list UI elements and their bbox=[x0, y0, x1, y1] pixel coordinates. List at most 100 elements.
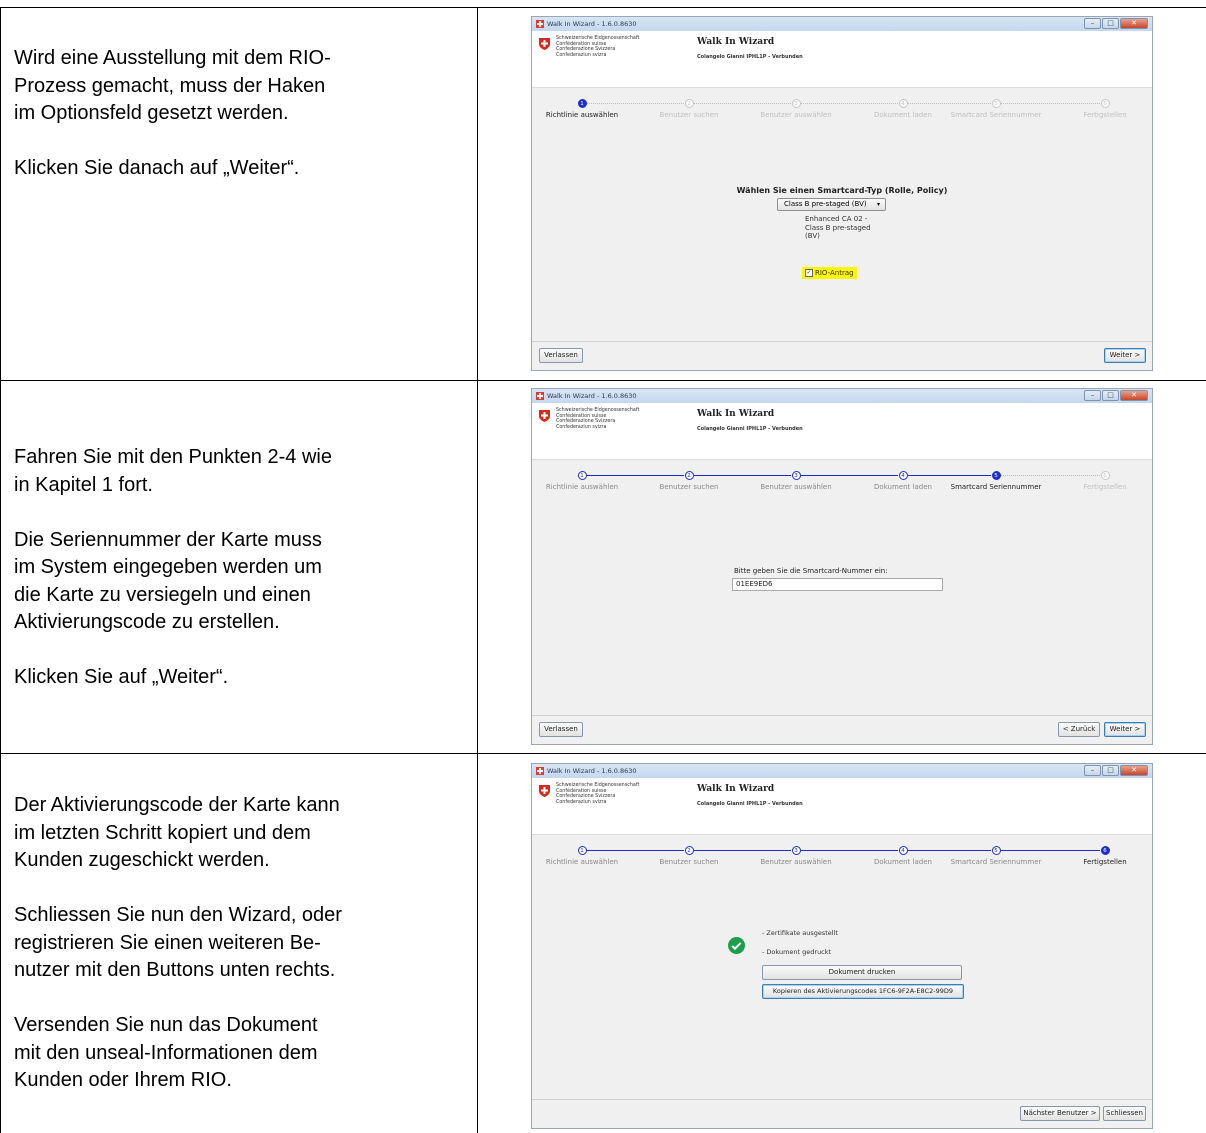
step-label: Richtlinie auswählen bbox=[545, 858, 619, 866]
step-label: Fertigstellen bbox=[1083, 483, 1127, 491]
row3-paragraph-3: Versenden Sie nun das Dokument mit den u… bbox=[14, 1014, 318, 1091]
next-user-button[interactable]: Nächster Benutzer > bbox=[1020, 1106, 1100, 1121]
swiss-coat-of-arms-icon bbox=[539, 785, 550, 797]
wizard-header: Schweizerische Eidgenossenschaft Confédé… bbox=[532, 403, 1152, 460]
window-titlebar: Walk In Wizard - 1.6.0.8630 – □ ✕ bbox=[532, 389, 1152, 403]
step-label: Benutzer suchen bbox=[659, 483, 719, 491]
step-marker: 1 bbox=[577, 99, 587, 108]
close-icon[interactable]: ✕ bbox=[1120, 18, 1148, 29]
success-check-icon bbox=[728, 937, 745, 954]
step-2: 2 Benutzer suchen bbox=[639, 99, 739, 119]
step-4: 4 Dokument laden bbox=[853, 471, 953, 491]
agency-names: Schweizerische Eidgenossenschaft Confédé… bbox=[556, 783, 640, 805]
table-col-divider bbox=[477, 7, 478, 1133]
maximize-icon[interactable]: □ bbox=[1102, 390, 1119, 401]
step-1: 1 Richtlinie auswählen bbox=[532, 846, 632, 866]
step-label: Richtlinie auswählen bbox=[545, 483, 619, 491]
serial-number-input[interactable]: 01EE9ED6 bbox=[732, 578, 943, 591]
minimize-icon[interactable]: – bbox=[1084, 390, 1101, 401]
app-icon bbox=[536, 20, 544, 28]
row2-instructions: Fahren Sie mit den Punkten 2-4 wie in Ka… bbox=[14, 444, 474, 719]
leave-button[interactable]: Verlassen bbox=[539, 722, 583, 737]
step-progress: 1 Richtlinie auswählen 2 Benutzer suchen 3… bbox=[532, 471, 1152, 501]
step-5: 5 Smartcard Seriennummer bbox=[946, 846, 1046, 866]
rio-antrag-checkbox-row[interactable]: ✓ RIO-Antrag bbox=[802, 267, 857, 279]
app-icon bbox=[536, 767, 544, 775]
step-label: Benutzer auswählen bbox=[760, 483, 832, 491]
step-marker: 6 bbox=[1100, 471, 1110, 480]
step-progress: 1 Richtlinie auswählen 2 Benutzer suchen 3… bbox=[532, 846, 1152, 876]
step-marker: 4 bbox=[898, 99, 908, 108]
next-button[interactable]: Weiter > bbox=[1104, 722, 1146, 737]
step-4: 4 Dokument laden bbox=[853, 99, 953, 119]
step-label: Benutzer suchen bbox=[659, 858, 719, 866]
maximize-icon[interactable]: □ bbox=[1102, 18, 1119, 29]
row3-paragraph-2: Schliessen Sie nun den Wizard, oder regi… bbox=[14, 904, 342, 981]
swiss-coat-of-arms-icon bbox=[539, 38, 550, 50]
wizard-subtitle: Colangelo Gianni IPHL1P - Verbunden bbox=[697, 54, 803, 60]
wizard-title: Walk In Wizard bbox=[697, 784, 775, 794]
next-button[interactable]: Weiter > bbox=[1104, 348, 1146, 363]
window-titlebar: Walk In Wizard - 1.6.0.8630 – □ ✕ bbox=[532, 764, 1152, 778]
table-rule-2 bbox=[0, 753, 1206, 754]
status-document-printed: - Dokument gedruckt bbox=[762, 948, 832, 956]
smartcard-type-select[interactable]: Class B pre-staged (BV) ▾ bbox=[777, 198, 886, 211]
print-document-button[interactable]: Dokument drucken bbox=[762, 965, 962, 980]
row1-paragraph-1: Wird eine Ausstellung mit dem RIO- Proze… bbox=[14, 47, 331, 124]
step-marker: 3 bbox=[791, 471, 801, 480]
row1-wizard-screenshot: Walk In Wizard - 1.6.0.8630 – □ ✕ Schwei… bbox=[531, 16, 1153, 371]
app-icon bbox=[536, 392, 544, 400]
close-icon[interactable]: ✕ bbox=[1120, 765, 1148, 776]
step-3: 3 Benutzer auswählen bbox=[746, 471, 846, 491]
wizard-header: Schweizerische Eidgenossenschaft Confédé… bbox=[532, 778, 1152, 835]
step-5: 5 Smartcard Seriennummer bbox=[946, 99, 1046, 119]
minimize-icon[interactable]: – bbox=[1084, 765, 1101, 776]
step-marker: 2 bbox=[684, 846, 694, 855]
agency-names: Schweizerische Eidgenossenschaft Confédé… bbox=[556, 36, 640, 58]
step-marker: 2 bbox=[684, 471, 694, 480]
agency-names: Schweizerische Eidgenossenschaft Confédé… bbox=[556, 408, 640, 430]
leave-button[interactable]: Verlassen bbox=[539, 348, 583, 363]
wizard-subtitle: Colangelo Gianni IPHL1P - Verbunden bbox=[697, 801, 803, 807]
minimize-icon[interactable]: – bbox=[1084, 18, 1101, 29]
table-rule-top bbox=[0, 7, 1206, 8]
back-button[interactable]: < Zurück bbox=[1058, 722, 1100, 737]
table-rule-1 bbox=[0, 380, 1206, 381]
step-label: Richtlinie auswählen bbox=[545, 111, 619, 119]
copy-activation-code-button[interactable]: Kopieren des Aktivierungscodes 1FC6-9F2A… bbox=[762, 984, 964, 999]
step-1: 1 Richtlinie auswählen bbox=[532, 99, 632, 119]
step-marker: 1 bbox=[577, 471, 587, 480]
close-wizard-button[interactable]: Schliessen bbox=[1103, 1106, 1146, 1121]
step-label: Smartcard Seriennummer bbox=[950, 483, 1042, 491]
policy-description: Enhanced CA 02 - Class B pre-staged (BV) bbox=[805, 215, 871, 240]
serial-number-prompt: Bitte geben Sie die Smartcard-Nummer ein… bbox=[734, 567, 888, 575]
close-icon[interactable]: ✕ bbox=[1120, 390, 1148, 401]
step-label: Fertigstellen bbox=[1083, 111, 1127, 119]
step-6: 6 Fertigstellen bbox=[1055, 99, 1152, 119]
row3-wizard-screenshot: Walk In Wizard - 1.6.0.8630 – □ ✕ Schwei… bbox=[531, 763, 1153, 1129]
checkbox-checked-icon[interactable]: ✓ bbox=[805, 269, 813, 277]
step-marker: 4 bbox=[898, 846, 908, 855]
row3-instructions: Der Aktivierungscode der Karte kann im l… bbox=[14, 792, 474, 1095]
step-marker: 6 bbox=[1100, 846, 1110, 855]
row2-paragraph-1: Fahren Sie mit den Punkten 2-4 wie in Ka… bbox=[14, 446, 332, 496]
step-3: 3 Benutzer auswählen bbox=[746, 846, 846, 866]
step-marker: 1 bbox=[577, 846, 587, 855]
step-marker: 2 bbox=[684, 99, 694, 108]
row2-paragraph-3: Klicken Sie auf „Weiter“. bbox=[14, 666, 229, 688]
step-label: Fertigstellen bbox=[1083, 858, 1127, 866]
wizard-subtitle: Colangelo Gianni IPHL1P - Verbunden bbox=[697, 426, 803, 432]
chevron-down-icon: ▾ bbox=[876, 201, 880, 208]
step-progress: 1 Richtlinie auswählen 2 Benutzer suchen 3… bbox=[532, 99, 1152, 129]
step-label: Benutzer auswählen bbox=[760, 111, 832, 119]
button-bar: Verlassen Weiter > bbox=[532, 341, 1152, 370]
maximize-icon[interactable]: □ bbox=[1102, 765, 1119, 776]
step-marker: 3 bbox=[791, 846, 801, 855]
step-4: 4 Dokument laden bbox=[853, 846, 953, 866]
window-title: Walk In Wizard - 1.6.0.8630 bbox=[547, 767, 637, 775]
row2-paragraph-2: Die Seriennummer der Karte muss im Syste… bbox=[14, 528, 322, 634]
step-6: 6 Fertigstellen bbox=[1055, 846, 1152, 866]
step-1: 1 Richtlinie auswählen bbox=[532, 471, 632, 491]
step-label: Smartcard Seriennummer bbox=[950, 111, 1042, 119]
step-marker: 5 bbox=[991, 99, 1001, 108]
